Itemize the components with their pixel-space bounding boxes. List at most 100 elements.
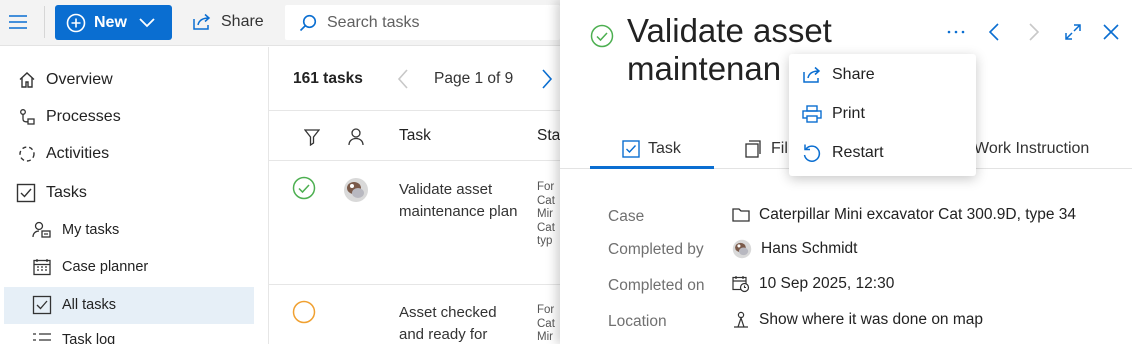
sidebar-item-all-tasks[interactable]: All tasks	[32, 295, 116, 315]
new-button[interactable]: New	[55, 5, 172, 40]
avatar	[343, 177, 369, 203]
menu-item-label: Print	[832, 105, 865, 122]
status-line: For	[537, 304, 555, 316]
checkbox-icon	[622, 140, 640, 158]
more-options-icon[interactable]	[944, 20, 968, 44]
sidebar-item-task-log[interactable]: Task log	[32, 332, 115, 344]
more-options-menu: Share Print Restart	[789, 54, 976, 176]
completed-check-icon	[292, 176, 316, 200]
completed-on-label: Completed on	[608, 277, 705, 294]
share-button[interactable]: Share	[192, 9, 264, 35]
menu-item-label: Share	[832, 66, 875, 83]
sidebar-item-label: Activities	[46, 145, 110, 162]
table-row[interactable]: Asset checked and ready for For Cat Mir	[269, 286, 561, 344]
calendar-icon	[32, 258, 52, 276]
search-input[interactable]	[327, 13, 527, 32]
tab-files[interactable]: Fil	[745, 128, 788, 170]
completed-by-label: Completed by	[608, 241, 704, 258]
sidebar-item-case-planner[interactable]: Case planner	[32, 258, 148, 276]
tab-label: Work Instruction	[974, 140, 1090, 157]
menu-item-print[interactable]: Print	[802, 105, 865, 123]
task-list-header: 161 tasks Page 1 of 9	[269, 47, 561, 111]
tab-task[interactable]: Task	[622, 128, 681, 170]
share-button-label: Share	[221, 13, 264, 30]
activities-icon	[18, 145, 36, 163]
case-value[interactable]: Caterpillar Mini excavator Cat 300.9D, t…	[732, 206, 1076, 224]
case-value-text: Caterpillar Mini excavator Cat 300.9D, t…	[759, 206, 1077, 223]
task-status: For Cat Mir Cat typ	[537, 181, 561, 249]
status-line: Mir	[537, 208, 553, 220]
status-line: Cat	[537, 317, 555, 330]
menu-item-share[interactable]: Share	[802, 66, 875, 84]
sidebar-item-label: Case planner	[62, 259, 149, 275]
column-task-header[interactable]: Task	[399, 127, 431, 145]
calendar-clock-icon	[732, 275, 750, 293]
sidebar-item-processes[interactable]: Processes	[18, 108, 121, 126]
chevron-left-icon[interactable]	[397, 69, 409, 89]
plus-circle-icon	[66, 13, 86, 33]
status-line: For	[537, 181, 555, 193]
tab-label: Task	[648, 140, 681, 157]
location-value[interactable]: Show where it was done on map	[732, 311, 983, 329]
filter-icon[interactable]	[304, 128, 320, 146]
sidebar-item-label: Tasks	[46, 184, 87, 201]
completed-on-text: 10 Sep 2025, 12:30	[759, 275, 895, 292]
close-icon[interactable]	[1099, 20, 1123, 44]
chevron-down-icon	[139, 17, 155, 28]
menu-item-label: Restart	[832, 144, 884, 161]
case-label: Case	[608, 208, 645, 225]
sidebar-item-my-tasks[interactable]: My tasks	[32, 221, 119, 239]
expand-icon[interactable]	[1061, 20, 1085, 44]
folder-icon	[732, 207, 750, 223]
task-title: Validate asset maintenance plan	[399, 181, 518, 220]
location-person-icon	[732, 311, 750, 329]
share-icon	[192, 13, 212, 31]
status-line: Cat	[537, 221, 555, 234]
search-icon	[299, 14, 317, 32]
previous-task-icon[interactable]	[984, 20, 1004, 44]
menu-item-restart[interactable]: Restart	[802, 143, 884, 163]
list-icon	[32, 332, 52, 344]
checkbox-icon	[16, 183, 36, 203]
sidebar-item-tasks[interactable]: Tasks	[16, 183, 87, 203]
completed-check-icon	[590, 24, 614, 48]
hamburger-menu-icon[interactable]	[4, 8, 32, 36]
location-label: Location	[608, 313, 667, 330]
sidebar-item-label: Overview	[46, 71, 113, 88]
checkbox-icon	[32, 295, 52, 315]
page-indicator: Page 1 of 9	[434, 70, 514, 87]
chevron-right-icon[interactable]	[541, 69, 553, 89]
new-button-label: New	[94, 13, 127, 31]
completed-by-value[interactable]: Hans Schmidt	[732, 239, 857, 259]
tab-label: Fil	[771, 140, 788, 157]
person-icon[interactable]	[348, 128, 364, 146]
sidebar-item-label: All tasks	[62, 297, 116, 313]
avatar	[732, 239, 752, 259]
next-task-icon[interactable]	[1024, 20, 1044, 44]
sidebar-item-activities[interactable]: Activities	[18, 145, 109, 163]
task-title: Asset checked and ready for	[399, 304, 497, 343]
process-icon	[18, 108, 36, 126]
sidebar-item-label: Task log	[62, 332, 116, 344]
tab-work-instruction[interactable]: Work Instruction	[974, 128, 1089, 170]
task-list-column-header: Task Sta	[269, 111, 561, 161]
status-line: typ	[537, 235, 553, 247]
column-status-header[interactable]: Sta	[537, 127, 560, 145]
completed-by-text: Hans Schmidt	[761, 240, 858, 257]
task-count: 161 tasks	[293, 70, 363, 87]
open-circle-icon	[292, 300, 316, 324]
task-list: 161 tasks Page 1 of 9 Task Sta Validate …	[268, 47, 561, 344]
files-icon	[745, 140, 763, 158]
table-row[interactable]: Validate asset maintenance plan For Cat …	[269, 162, 561, 285]
active-tab-indicator	[590, 166, 714, 169]
completed-on-value: 10 Sep 2025, 12:30	[732, 275, 894, 293]
sidebar-item-label: Processes	[46, 108, 121, 125]
restart-icon	[802, 143, 822, 163]
sidebar-nav: Overview Processes Activities Tasks My t…	[0, 47, 268, 344]
sidebar-item-overview[interactable]: Overview	[18, 71, 113, 89]
sidebar-item-label: My tasks	[62, 222, 120, 238]
search-box[interactable]	[285, 5, 560, 40]
status-line: Mir	[537, 331, 553, 343]
share-icon	[802, 66, 822, 84]
location-link: Show where it was done on map	[759, 311, 984, 328]
